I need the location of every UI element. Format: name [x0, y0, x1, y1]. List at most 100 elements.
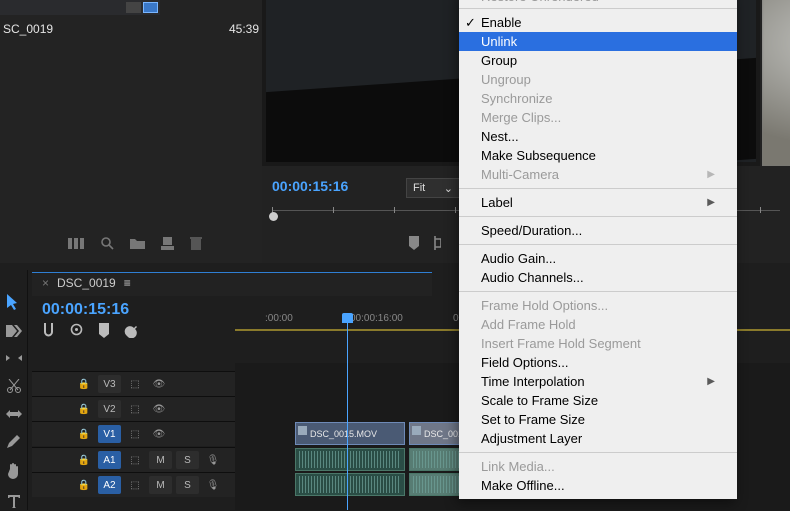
menu-item[interactable]: Adjustment Layer	[459, 429, 737, 448]
track-header-v1[interactable]: 🔒 V1 ⬚ 👁	[32, 421, 235, 446]
folder-icon[interactable]	[130, 237, 145, 249]
lock-icon[interactable]: 🔒	[74, 451, 94, 469]
menu-item-label: Insert Frame Hold Segment	[481, 336, 641, 351]
menu-item[interactable]: Audio Channels...	[459, 268, 737, 287]
hand-tool-icon[interactable]	[7, 463, 21, 482]
menu-item-label: Enable	[481, 15, 521, 30]
eye-icon[interactable]: 👁	[149, 425, 169, 443]
menu-item-label: Set to Frame Size	[481, 412, 585, 427]
mute-toggle[interactable]: M	[149, 451, 172, 469]
linked-selection-icon[interactable]	[69, 323, 84, 341]
track-toggle[interactable]: A2	[98, 476, 121, 494]
sync-lock-icon[interactable]: ⬚	[125, 451, 145, 469]
menu-item[interactable]: Unlink	[459, 32, 737, 51]
eye-icon[interactable]: 👁	[149, 375, 169, 393]
list-view-icon[interactable]	[68, 238, 84, 249]
menu-item[interactable]: Field Options...	[459, 353, 737, 372]
scrubber-handle[interactable]	[269, 212, 278, 221]
menu-item[interactable]: Make Subsequence	[459, 146, 737, 165]
project-clip-thumb[interactable]	[0, 0, 160, 15]
menu-item[interactable]: Group	[459, 51, 737, 70]
menu-separator	[459, 216, 737, 217]
track-header-v3[interactable]: 🔒 V3 ⬚ 👁	[32, 371, 235, 396]
menu-separator	[459, 188, 737, 189]
mute-toggle[interactable]: M	[149, 476, 172, 494]
menu-item-label: Group	[481, 53, 517, 68]
sync-lock-icon[interactable]: ⬚	[125, 476, 145, 494]
check-icon: ✓	[465, 15, 476, 31]
menu-separator	[459, 452, 737, 453]
tab-menu-icon[interactable]: ≡	[124, 276, 131, 290]
menu-item-label: Audio Gain...	[481, 251, 556, 266]
menu-item[interactable]: Speed/Duration...	[459, 221, 737, 240]
menu-item-label: Nest...	[481, 129, 519, 144]
menu-item[interactable]: Make Offline...	[459, 476, 737, 495]
razor-tool-icon[interactable]	[7, 379, 21, 396]
menu-item: Insert Frame Hold Segment	[459, 334, 737, 353]
type-tool-icon[interactable]	[7, 494, 21, 511]
selection-tool-icon[interactable]	[7, 294, 21, 313]
menu-item[interactable]: Label▶	[459, 193, 737, 212]
sync-lock-icon[interactable]: ⬚	[125, 425, 145, 443]
audio-clip[interactable]	[295, 473, 405, 496]
mic-icon[interactable]: 🎙	[203, 451, 223, 469]
ruler-label: 00:00:16:00	[350, 313, 403, 324]
snap-icon[interactable]	[42, 323, 55, 341]
track-header-a2[interactable]: 🔒 A2 ⬚ M S 🎙	[32, 472, 235, 497]
menu-item: Merge Clips...	[459, 108, 737, 127]
submenu-arrow-icon: ▶	[707, 197, 715, 208]
menu-item-label: Synchronize	[481, 91, 553, 106]
menu-item: Add Frame Hold	[459, 315, 737, 334]
clip-name[interactable]: SC_0019	[3, 22, 165, 36]
track-header-v2[interactable]: 🔒 V2 ⬚ 👁	[32, 396, 235, 421]
menu-item[interactable]: Audio Gain...	[459, 249, 737, 268]
eye-icon[interactable]: 👁	[149, 400, 169, 418]
monitor-timecode[interactable]: 00:00:15:16	[272, 178, 348, 194]
ripple-tool-icon[interactable]	[6, 352, 22, 367]
slip-tool-icon[interactable]	[6, 408, 22, 422]
solo-toggle[interactable]: S	[176, 476, 199, 494]
close-tab-icon[interactable]: ×	[42, 276, 49, 290]
clip-fx-icon	[412, 426, 421, 435]
right-monitor-viewport[interactable]	[762, 0, 790, 166]
menu-item-label: Unlink	[481, 34, 517, 49]
track-toggle[interactable]: V1	[98, 425, 121, 443]
solo-toggle[interactable]: S	[176, 451, 199, 469]
mic-icon[interactable]: 🎙	[203, 476, 223, 494]
track-toggle[interactable]: V3	[98, 375, 121, 393]
menu-item[interactable]: Enable ✓	[459, 13, 737, 32]
menu-item[interactable]: Nest...	[459, 127, 737, 146]
in-point-icon[interactable]	[431, 236, 441, 253]
menu-item-label: Scale to Frame Size	[481, 393, 598, 408]
menu-item: Frame Hold Options...	[459, 296, 737, 315]
sequence-tab[interactable]: × DSC_0019 ≡	[42, 276, 131, 290]
lock-icon[interactable]: 🔒	[74, 375, 94, 393]
track-header-a1[interactable]: 🔒 A1 ⬚ M S 🎙	[32, 447, 235, 472]
audio-clip[interactable]	[295, 448, 405, 471]
lock-icon[interactable]: 🔒	[74, 476, 94, 494]
playhead[interactable]	[347, 313, 348, 510]
zoom-fit-dropdown[interactable]: Fit ⌄	[406, 178, 460, 198]
timeline-timecode[interactable]: 00:00:15:16	[42, 301, 129, 319]
search-icon[interactable]	[100, 236, 114, 250]
menu-item[interactable]: Time Interpolation▶	[459, 372, 737, 391]
track-toggle[interactable]: A1	[98, 451, 121, 469]
marker-icon[interactable]	[407, 236, 421, 253]
menu-item[interactable]: Scale to Frame Size	[459, 391, 737, 410]
lock-icon[interactable]: 🔒	[74, 400, 94, 418]
track-toggle[interactable]: V2	[98, 400, 121, 418]
video-clip[interactable]: DSC_0015.MOV	[295, 422, 405, 445]
new-item-icon[interactable]	[161, 237, 174, 250]
sync-lock-icon[interactable]: ⬚	[125, 375, 145, 393]
sync-lock-icon[interactable]: ⬚	[125, 400, 145, 418]
menu-item[interactable]: Set to Frame Size	[459, 410, 737, 429]
pen-tool-icon[interactable]	[7, 434, 21, 451]
settings-icon[interactable]	[124, 323, 139, 341]
lock-icon[interactable]: 🔒	[74, 425, 94, 443]
menu-item: Restore Unrendered	[459, 0, 737, 4]
menu-item-label: Add Frame Hold	[481, 317, 576, 332]
marker-add-icon[interactable]	[98, 323, 110, 341]
trash-icon[interactable]	[190, 236, 202, 250]
menu-item-label: Ungroup	[481, 72, 531, 87]
track-select-tool-icon[interactable]	[6, 325, 22, 340]
